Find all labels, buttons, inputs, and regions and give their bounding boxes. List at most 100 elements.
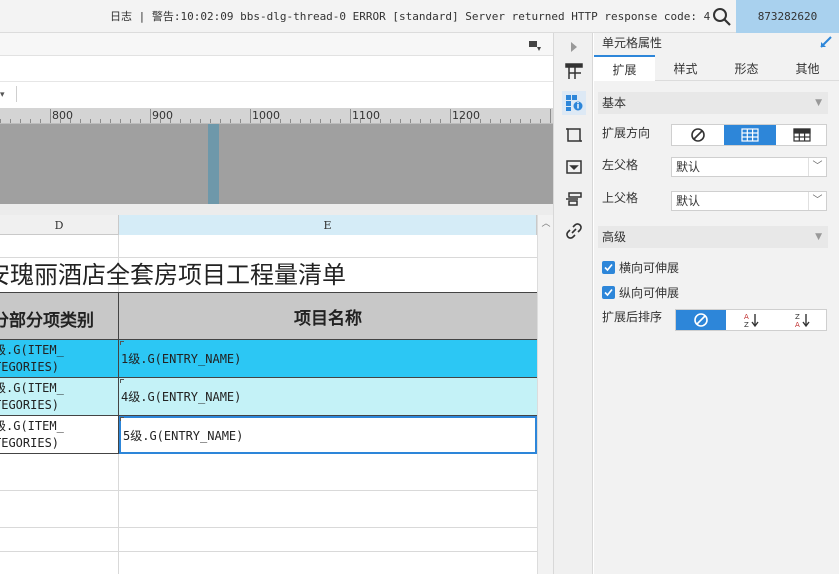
- cell-properties-panel: 单元格属性 扩展 样式 形态 其他 基本 ▼ 扩展方向 左父格 默认 ﹀ 上父格…: [594, 33, 839, 574]
- cell-text: 级.G(ITEM_ TEGORIES): [0, 343, 64, 374]
- top-parent-select[interactable]: 默认 ﹀: [671, 191, 827, 211]
- scroll-up-icon[interactable]: ︿: [538, 217, 554, 231]
- ruler-label: 1100: [352, 109, 380, 122]
- vertical-scrollbar[interactable]: ︿: [537, 215, 553, 574]
- left-parent-select[interactable]: 默认 ﹀: [671, 157, 827, 177]
- ruler-tick: [120, 119, 121, 123]
- grid-line: [118, 454, 119, 574]
- ruler-tick: [260, 119, 261, 123]
- ruler-tick: [200, 119, 201, 123]
- table-cell[interactable]: 4级.G(ENTRY_NAME): [119, 378, 537, 416]
- column-header-d[interactable]: D: [0, 215, 119, 235]
- ruler-tick: [240, 119, 241, 123]
- column-header-row: D E: [0, 215, 537, 235]
- sort-ascending-icon[interactable]: A Z: [726, 310, 777, 330]
- expand-marker: [120, 341, 124, 345]
- header-cell-item-name[interactable]: 项目名称: [119, 292, 537, 340]
- widget-frame-icon[interactable]: [562, 123, 586, 147]
- left-parent-label: 左父格: [602, 158, 639, 172]
- chevron-down-icon[interactable]: ▼: [815, 226, 822, 248]
- tab-expand[interactable]: 扩展: [594, 55, 655, 81]
- ruler-tick: [390, 119, 391, 123]
- header-item-name-label: 项目名称: [294, 308, 362, 329]
- format-painter-icon[interactable]: [527, 38, 543, 52]
- ruler-tick: [300, 119, 301, 123]
- pin-icon[interactable]: [818, 34, 834, 50]
- page-preview-area[interactable]: [0, 124, 553, 204]
- ruler-tick: [20, 119, 21, 123]
- ruler-tick: [370, 119, 371, 123]
- ruler-tick: [550, 109, 551, 123]
- ruler-tick: [530, 119, 531, 123]
- header-cell-category[interactable]: 分部分项类别: [0, 292, 119, 340]
- ruler-tick: [190, 119, 191, 123]
- section-basic[interactable]: 基本 ▼: [598, 92, 828, 114]
- grid-line: [0, 551, 537, 552]
- ruler-tick: [410, 119, 411, 123]
- selected-table-cell[interactable]: 5级.G(ENTRY_NAME): [119, 416, 537, 454]
- table-cell[interactable]: 级.G(ITEM_ TEGORIES): [0, 378, 119, 416]
- column-header-e[interactable]: E: [119, 215, 537, 235]
- user-account[interactable]: 873282620: [736, 0, 839, 33]
- log-message[interactable]: 日志 | 警告:10:02:09 bbs-dlg-thread-0 ERROR …: [110, 9, 710, 25]
- horizontal-expandable-checkbox[interactable]: [602, 260, 615, 274]
- table-cell[interactable]: 级.G(ITEM_ TEGORIES): [0, 416, 119, 454]
- table-cell[interactable]: 1级.G(ENTRY_NAME): [119, 340, 537, 378]
- vertical-expandable-checkbox[interactable]: [602, 285, 615, 299]
- ruler-tick: [400, 119, 401, 123]
- ruler-tick: [470, 119, 471, 123]
- ruler-tick: [10, 119, 11, 123]
- ruler-tick: [430, 119, 431, 123]
- hyperlink-icon[interactable]: [562, 219, 586, 243]
- vertical-expand-icon[interactable]: [724, 125, 776, 145]
- search-icon[interactable]: [712, 7, 732, 27]
- report-title-cell[interactable]: 安瑰丽酒店全套房项目工程量清单: [0, 258, 537, 292]
- ruler-tick: [140, 119, 141, 123]
- ruler-tick: [250, 109, 251, 123]
- ruler-tick: [160, 119, 161, 123]
- page-boundary-marker[interactable]: [208, 124, 219, 204]
- chevron-down-icon[interactable]: ▼: [815, 92, 822, 114]
- no-sort-icon[interactable]: [676, 310, 726, 330]
- table-cell[interactable]: 级.G(ITEM_ TEGORIES): [0, 340, 119, 378]
- no-expand-icon[interactable]: [672, 125, 724, 145]
- sort-descending-icon[interactable]: Z A: [777, 310, 828, 330]
- ruler-tick: [310, 119, 311, 123]
- ruler-tick: [230, 119, 231, 123]
- collapse-arrow-icon[interactable]: [562, 35, 586, 59]
- divider: [0, 204, 553, 215]
- ruler-tick: [420, 119, 421, 123]
- ruler-tick: [500, 119, 501, 123]
- ruler: 800 900 1000 1100 1200: [0, 108, 553, 124]
- chevron-down-icon[interactable]: ▾: [0, 88, 14, 102]
- horizontal-expandable-label: 横向可伸展: [619, 260, 680, 275]
- status-bar: 日志 | 警告:10:02:09 bbs-dlg-thread-0 ERROR …: [0, 0, 839, 33]
- ruler-tick: [80, 119, 81, 123]
- ruler-tick: [30, 119, 31, 123]
- report-title: 安瑰丽酒店全套房项目工程量清单: [0, 261, 346, 289]
- ruler-tick: [460, 119, 461, 123]
- horizontal-expand-icon[interactable]: [776, 125, 828, 145]
- vertical-expandable-label: 纵向可伸展: [619, 285, 680, 300]
- cell-grid-icon[interactable]: [562, 59, 586, 83]
- grid-line: [0, 527, 537, 528]
- dropdown-widget-icon[interactable]: [562, 155, 586, 179]
- cell-attributes-icon[interactable]: [562, 91, 586, 115]
- ruler-tick: [40, 119, 41, 123]
- chevron-down-icon[interactable]: ﹀: [808, 192, 826, 210]
- tab-style[interactable]: 样式: [655, 55, 716, 81]
- chevron-down-icon[interactable]: ﹀: [808, 158, 826, 176]
- ruler-tick: [100, 119, 101, 123]
- tab-form[interactable]: 形态: [716, 55, 777, 81]
- condition-attributes-icon[interactable]: [562, 187, 586, 211]
- toolbar-band: [0, 56, 553, 82]
- expand-direction-label: 扩展方向: [602, 126, 651, 140]
- ruler-tick: [110, 119, 111, 123]
- tab-other[interactable]: 其他: [777, 55, 838, 81]
- ruler-tick: [170, 119, 171, 123]
- section-advanced[interactable]: 高级 ▼: [598, 226, 828, 248]
- section-advanced-label: 高级: [602, 230, 627, 244]
- ruler-tick: [320, 119, 321, 123]
- left-parent-value: 默认: [676, 160, 701, 174]
- ruler-tick: [480, 119, 481, 123]
